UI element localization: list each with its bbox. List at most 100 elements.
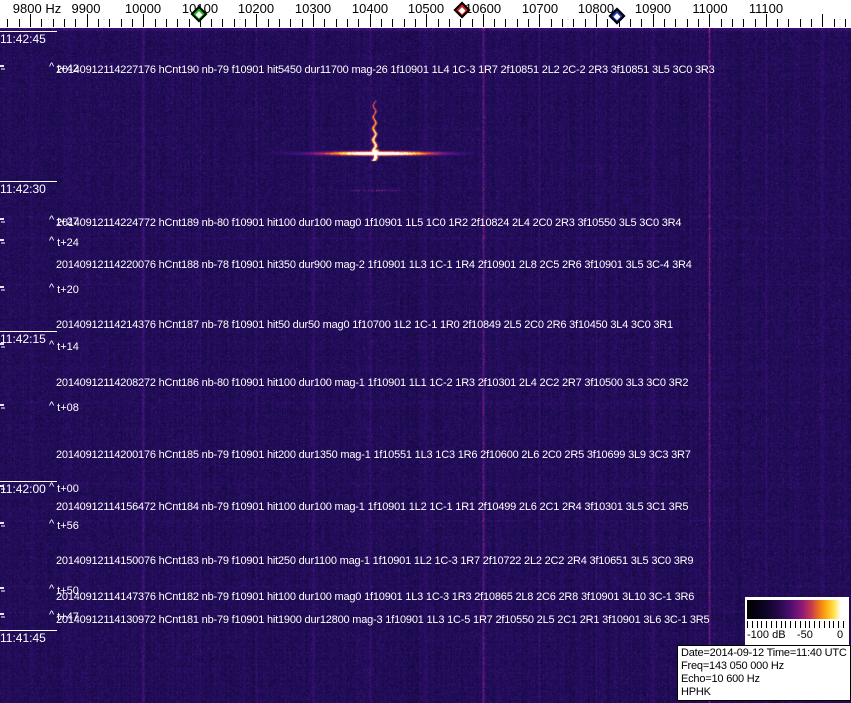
ruler-tick [98,19,99,27]
scale-label-mid: -50 [797,629,813,641]
ruler-tick [381,19,382,27]
ruler-tick [7,19,8,27]
edge-event-tick [0,239,4,241]
info-date-time: Date=2014-09-12 Time=11:40 UTC [681,647,847,660]
ruler-tick [562,19,563,27]
ruler-tick [324,19,325,27]
ruler-tick [721,19,722,27]
ruler-tick [641,19,642,27]
scale-tick [814,621,815,628]
event-offset-label: t+08 [57,402,79,414]
scale-tick [805,621,806,628]
ruler-tick [302,19,303,27]
info-station: HPHK [681,686,847,699]
marker-core [613,12,620,19]
overlay-layer: 11:42:45 11:42:30 11:42:15 11:42:00 11:41:45… [0,0,851,703]
ruler-tick [41,19,42,27]
detection-log-row: 20140912114147376 hCnt182 nb-79 f10901 h… [56,591,694,603]
ruler-tick [211,19,212,27]
freq-tick-label: 10500 [408,1,444,16]
info-echo: Echo=10 600 Hz [681,673,847,686]
scale-tick [781,621,782,628]
freq-tick-label: 10900 [635,1,671,16]
ruler-tick [177,19,178,27]
caret-icon: ^ [49,481,54,493]
freq-tick-label: 10700 [522,1,558,16]
detection-log-row: 20140912114156472 hCnt184 nb-79 f10901 h… [56,501,688,513]
edge-event-tick [0,522,4,524]
scale-tick [761,621,762,628]
scale-tick [809,621,810,628]
detection-log-row: 20140912114208272 hCnt186 nb-80 f10901 h… [56,377,688,389]
scale-tick [747,621,748,628]
scale-tick [838,621,839,628]
ruler-tick [19,19,20,27]
event-offset-label: t+20 [57,284,79,296]
frequency-ruler: 9800 Hz990010000101001020010300104001050… [0,0,851,28]
edge-event-tick [0,613,4,615]
ruler-tick [630,19,631,27]
ruler-tick [336,19,337,27]
freq-tick-label: 9800 Hz [13,1,61,16]
ruler-tick [800,19,801,27]
ruler-tick [732,19,733,27]
freq-tick-label: 9900 [72,1,101,16]
ruler-tick [438,19,439,27]
time-axis-label: 11:42:30 [0,181,57,196]
scale-tick [829,621,830,628]
status-info-box: Date=2014-09-12 Time=11:40 UTC Freq=143 … [677,645,851,701]
ruler-tick [528,19,529,27]
ruler-tick [155,19,156,27]
ruler-tick [189,19,190,27]
ruler-tick [494,19,495,27]
caret-icon: ^ [49,609,54,621]
ruler-tick [743,19,744,27]
ruler-tick [53,19,54,27]
scale-tick [800,621,801,628]
edge-event-tick [0,286,4,288]
color-scale-gradient [747,600,845,619]
ruler-tick [404,19,405,27]
info-frequency: Freq=143 050 000 Hz [681,660,847,673]
caret-icon: ^ [49,61,54,73]
scale-tick [752,621,753,628]
ruler-tick [777,19,778,27]
caret-icon: ^ [49,282,54,294]
ruler-tick [822,14,823,27]
ruler-tick [392,19,393,27]
ruler-tick [358,19,359,27]
ruler-tick [347,19,348,27]
ruler-tick [290,19,291,27]
event-offset-label: t+14 [57,341,79,353]
caret-icon: ^ [49,339,54,351]
freq-tick-label: 10400 [352,1,388,16]
ruler-tick [75,19,76,27]
caret-icon: ^ [49,235,54,247]
detection-log-row: 20140912114224772 hCnt189 nb-80 f10901 h… [56,217,681,229]
marker-core [458,6,465,13]
event-time-marker: ^ t+14 [49,341,79,353]
ruler-tick [755,19,756,27]
time-axis-label: 11:42:45 [0,31,57,46]
edge-event-tick [0,587,4,589]
freq-tick-label: 10800 [578,1,614,16]
event-offset-label: t+24 [57,237,79,249]
marker-core [195,10,202,17]
event-time-marker: ^ t+20 [49,284,79,296]
scale-tick [766,621,767,628]
ruler-tick [607,19,608,27]
ruler-tick [505,19,506,27]
ruler-tick [811,19,812,27]
event-time-marker: ^ t+00 [49,483,79,495]
ruler-tick [834,19,835,27]
detection-log-row: 20140912114220076 hCnt188 nb-78 f10901 h… [56,259,692,271]
edge-event-tick [0,218,4,220]
ruler-tick [664,19,665,27]
ruler-tick [449,19,450,27]
time-axis-label: 11:41:45 [0,630,57,645]
event-offset-label: t+00 [57,483,79,495]
ruler-tick [245,19,246,27]
freq-tick-label: 10300 [295,1,331,16]
scale-tick [776,621,777,628]
event-time-marker: ^ t+56 [49,520,79,532]
